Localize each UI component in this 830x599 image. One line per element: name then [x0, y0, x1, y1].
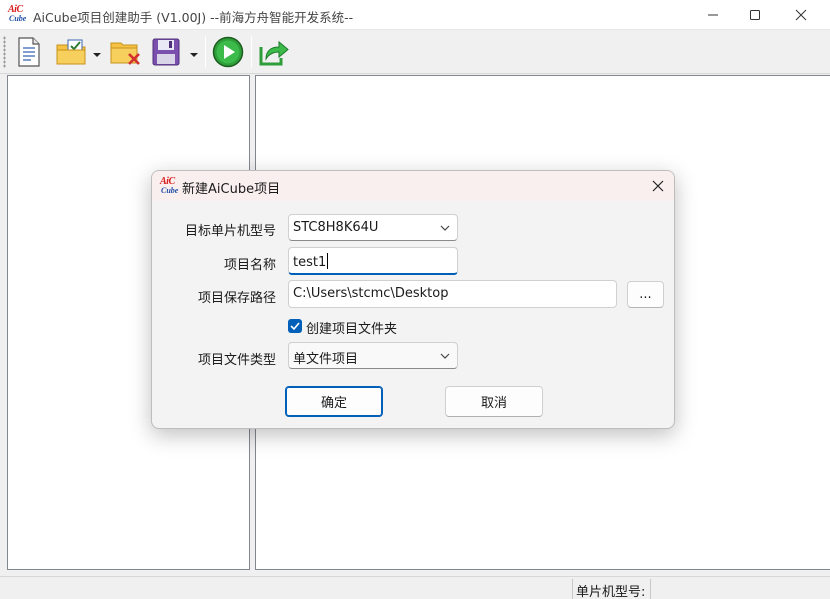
toolbar-grip[interactable]	[3, 36, 6, 68]
share-arrow-icon	[259, 40, 289, 66]
cancel-button[interactable]: 取消	[445, 386, 543, 417]
create-folder-checkbox[interactable]	[288, 319, 302, 333]
minimize-icon	[708, 14, 718, 16]
close-icon	[795, 9, 807, 21]
status-divider	[572, 579, 573, 599]
file-type-label: 项目文件类型	[197, 353, 276, 368]
maximize-button[interactable]	[732, 0, 778, 30]
dropdown-arrow-icon	[93, 53, 101, 57]
project-name-label: 项目名称	[223, 258, 276, 273]
create-folder-label[interactable]: 创建项目文件夹	[306, 318, 397, 337]
dialog-title: 新建AiCube项目	[182, 182, 281, 197]
browse-button[interactable]: ...	[627, 281, 664, 308]
save-path-input[interactable]: C:\Users\stcmc\Desktop	[288, 280, 617, 308]
app-logo: AiC Cube	[8, 4, 28, 26]
new-project-dialog: AiC Cube 新建AiCube项目 目标单片机型号 STC8H8K64U 项…	[151, 170, 675, 429]
file-type-select[interactable]: 单文件项目	[288, 342, 458, 369]
open-project-dropdown[interactable]	[93, 48, 101, 57]
document-icon	[18, 37, 40, 67]
text-caret	[327, 253, 329, 269]
folder-delete-icon	[110, 42, 140, 65]
save-path-label: 项目保存路径	[197, 291, 276, 306]
save-dropdown[interactable]	[190, 48, 198, 57]
play-icon	[212, 36, 244, 68]
ok-button[interactable]: 确定	[285, 386, 383, 417]
dialog-close-button[interactable]	[646, 174, 670, 198]
toolbar-separator	[205, 36, 206, 68]
status-bar: 单片机型号:	[0, 576, 830, 599]
window-title: AiCube项目创建助手 (V1.00J) --前海方舟智能开发系统--	[33, 10, 354, 25]
mcu-status-label: 单片机型号:	[576, 585, 646, 599]
project-name-value: test1	[293, 253, 329, 270]
save-path-value: C:\Users\stcmc\Desktop	[293, 286, 449, 301]
save-button[interactable]	[149, 34, 183, 70]
close-project-button[interactable]	[108, 34, 144, 70]
floppy-disk-icon	[152, 38, 180, 66]
chevron-down-icon	[440, 225, 450, 231]
run-button[interactable]	[210, 34, 246, 70]
mcu-model-select[interactable]: STC8H8K64U	[288, 214, 458, 241]
main-window: AiC Cube AiCube项目创建助手 (V1.00J) --前海方舟智能开…	[0, 0, 830, 599]
mcu-model-value: STC8H8K64U	[293, 220, 379, 235]
checkmark-icon	[290, 322, 300, 331]
open-project-button[interactable]	[54, 34, 88, 70]
toolbar	[0, 30, 830, 74]
dialog-title-bar: AiC Cube 新建AiCube项目	[152, 171, 674, 201]
file-type-value: 单文件项目	[293, 352, 359, 367]
export-button[interactable]	[256, 34, 292, 70]
logo-bottom-text: Cube	[9, 14, 27, 23]
title-bar: AiC Cube AiCube项目创建助手 (V1.00J) --前海方舟智能开…	[0, 0, 830, 30]
toolbar-separator	[251, 36, 252, 68]
chevron-down-icon	[440, 353, 450, 359]
maximize-icon	[750, 10, 760, 20]
left-edge-strip	[0, 75, 7, 570]
close-window-button[interactable]	[778, 0, 824, 30]
dropdown-arrow-icon	[190, 53, 198, 57]
close-icon	[652, 180, 664, 192]
status-divider	[650, 579, 651, 599]
mcu-model-label: 目标单片机型号	[184, 224, 276, 239]
new-file-button[interactable]	[12, 34, 46, 70]
logo-bottom-text: Cube	[161, 186, 179, 195]
minimize-button[interactable]	[690, 0, 736, 30]
dialog-logo: AiC Cube	[160, 176, 180, 198]
folder-check-icon	[56, 39, 86, 65]
project-name-input[interactable]: test1	[288, 247, 458, 275]
